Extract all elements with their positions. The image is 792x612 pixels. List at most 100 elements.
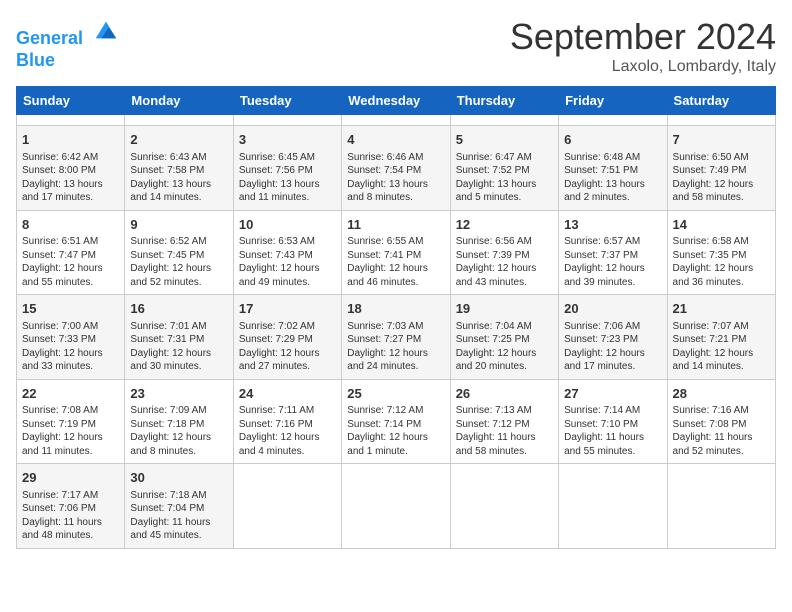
day-info: Daylight: 12 hours and 52 minutes.	[130, 262, 227, 289]
day-info: Daylight: 12 hours and 8 minutes.	[130, 431, 227, 458]
day-info: Sunrise: 7:13 AM	[456, 404, 553, 418]
calendar-cell	[233, 115, 341, 126]
calendar-cell: 21Sunrise: 7:07 AMSunset: 7:21 PMDayligh…	[667, 295, 775, 380]
day-info: Sunrise: 7:14 AM	[564, 404, 661, 418]
weekday-header-row: SundayMondayTuesdayWednesdayThursdayFrid…	[17, 87, 776, 115]
day-info: Sunrise: 7:04 AM	[456, 320, 553, 334]
day-info: Daylight: 12 hours and 27 minutes.	[239, 347, 336, 374]
day-info: Daylight: 12 hours and 14 minutes.	[673, 347, 770, 374]
calendar-cell: 28Sunrise: 7:16 AMSunset: 7:08 PMDayligh…	[667, 379, 775, 464]
day-info: Sunset: 7:08 PM	[673, 418, 770, 432]
calendar-cell: 27Sunrise: 7:14 AMSunset: 7:10 PMDayligh…	[559, 379, 667, 464]
day-info: Daylight: 11 hours and 52 minutes.	[673, 431, 770, 458]
day-info: Daylight: 12 hours and 49 minutes.	[239, 262, 336, 289]
day-info: Sunset: 7:37 PM	[564, 249, 661, 263]
day-info: Sunset: 7:47 PM	[22, 249, 119, 263]
day-info: Sunrise: 6:46 AM	[347, 151, 444, 165]
day-info: Sunrise: 6:53 AM	[239, 235, 336, 249]
calendar-cell: 5Sunrise: 6:47 AMSunset: 7:52 PMDaylight…	[450, 126, 558, 211]
day-info: Sunset: 7:12 PM	[456, 418, 553, 432]
day-info: Daylight: 12 hours and 46 minutes.	[347, 262, 444, 289]
day-number: 10	[239, 216, 336, 234]
day-number: 17	[239, 300, 336, 318]
day-number: 14	[673, 216, 770, 234]
calendar-cell	[17, 115, 125, 126]
day-info: Daylight: 11 hours and 45 minutes.	[130, 516, 227, 543]
day-info: Sunrise: 7:17 AM	[22, 489, 119, 503]
day-info: Sunrise: 6:51 AM	[22, 235, 119, 249]
day-info: Daylight: 13 hours and 17 minutes.	[22, 178, 119, 205]
week-row-3: 15Sunrise: 7:00 AMSunset: 7:33 PMDayligh…	[17, 295, 776, 380]
calendar-cell: 30 Sunrise: 7:18 AMSunset: 7:04 PMDayligh…	[125, 464, 233, 549]
day-info: Sunset: 7:25 PM	[456, 333, 553, 347]
day-info: Sunrise: 7:16 AM	[673, 404, 770, 418]
day-info: Daylight: 13 hours and 8 minutes.	[347, 178, 444, 205]
day-info: Sunrise: 7:01 AM	[130, 320, 227, 334]
calendar-cell: 16Sunrise: 7:01 AMSunset: 7:31 PMDayligh…	[125, 295, 233, 380]
day-info: Sunset: 7:14 PM	[347, 418, 444, 432]
calendar-cell: 12Sunrise: 6:56 AMSunset: 7:39 PMDayligh…	[450, 210, 558, 295]
day-info: Sunset: 7:04 PM	[130, 502, 227, 516]
day-info: Sunrise: 7:18 AM	[130, 489, 227, 503]
day-info: Sunrise: 7:06 AM	[564, 320, 661, 334]
logo-icon	[92, 16, 120, 44]
day-info: Sunset: 7:39 PM	[456, 249, 553, 263]
calendar-cell: 1Sunrise: 6:42 AMSunset: 8:00 PMDaylight…	[17, 126, 125, 211]
day-number: 28	[673, 385, 770, 403]
day-info: Sunrise: 6:55 AM	[347, 235, 444, 249]
day-info: Sunset: 7:06 PM	[22, 502, 119, 516]
weekday-header-wednesday: Wednesday	[342, 87, 450, 115]
day-info: Sunset: 7:18 PM	[130, 418, 227, 432]
day-number: 12	[456, 216, 553, 234]
calendar-cell	[450, 115, 558, 126]
day-info: Sunset: 8:00 PM	[22, 164, 119, 178]
day-info: Sunrise: 7:11 AM	[239, 404, 336, 418]
day-info: Daylight: 11 hours and 48 minutes.	[22, 516, 119, 543]
day-info: Daylight: 12 hours and 55 minutes.	[22, 262, 119, 289]
calendar-cell: 26Sunrise: 7:13 AMSunset: 7:12 PMDayligh…	[450, 379, 558, 464]
day-info: Sunset: 7:10 PM	[564, 418, 661, 432]
day-info: Sunrise: 6:52 AM	[130, 235, 227, 249]
day-info: Sunrise: 6:48 AM	[564, 151, 661, 165]
day-info: Sunset: 7:27 PM	[347, 333, 444, 347]
day-info: Daylight: 12 hours and 1 minute.	[347, 431, 444, 458]
day-info: Daylight: 12 hours and 33 minutes.	[22, 347, 119, 374]
weekday-header-monday: Monday	[125, 87, 233, 115]
day-number: 13	[564, 216, 661, 234]
day-info: Daylight: 13 hours and 5 minutes.	[456, 178, 553, 205]
day-info: Sunrise: 7:12 AM	[347, 404, 444, 418]
day-number: 30	[130, 469, 227, 487]
day-info: Sunrise: 6:43 AM	[130, 151, 227, 165]
day-number: 25	[347, 385, 444, 403]
calendar-cell: 19Sunrise: 7:04 AMSunset: 7:25 PMDayligh…	[450, 295, 558, 380]
day-info: Sunrise: 6:58 AM	[673, 235, 770, 249]
calendar-cell	[342, 464, 450, 549]
day-info: Sunrise: 6:50 AM	[673, 151, 770, 165]
day-info: Daylight: 11 hours and 58 minutes.	[456, 431, 553, 458]
day-number: 11	[347, 216, 444, 234]
day-number: 8	[22, 216, 119, 234]
calendar-table: SundayMondayTuesdayWednesdayThursdayFrid…	[16, 86, 776, 549]
day-info: Daylight: 12 hours and 20 minutes.	[456, 347, 553, 374]
weekday-header-sunday: Sunday	[17, 87, 125, 115]
week-row-4: 22Sunrise: 7:08 AMSunset: 7:19 PMDayligh…	[17, 379, 776, 464]
calendar-cell: 17 Sunrise: 7:02 AMSunset: 7:29 PMDayligh…	[233, 295, 341, 380]
day-info: Daylight: 12 hours and 58 minutes.	[673, 178, 770, 205]
day-info: Sunset: 7:58 PM	[130, 164, 227, 178]
week-row-0	[17, 115, 776, 126]
day-info: Sunset: 7:29 PM	[239, 333, 336, 347]
day-info: Sunrise: 6:56 AM	[456, 235, 553, 249]
calendar-cell: 3Sunrise: 6:45 AMSunset: 7:56 PMDaylight…	[233, 126, 341, 211]
day-number: 23	[130, 385, 227, 403]
calendar-cell: 24Sunrise: 7:11 AMSunset: 7:16 PMDayligh…	[233, 379, 341, 464]
day-info: Daylight: 12 hours and 17 minutes.	[564, 347, 661, 374]
day-number: 15	[22, 300, 119, 318]
day-info: Daylight: 13 hours and 2 minutes.	[564, 178, 661, 205]
calendar-cell: 9Sunrise: 6:52 AMSunset: 7:45 PMDaylight…	[125, 210, 233, 295]
day-info: Sunrise: 7:02 AM	[239, 320, 336, 334]
day-number: 9	[130, 216, 227, 234]
day-number: 1	[22, 131, 119, 149]
day-number: 24	[239, 385, 336, 403]
day-info: Sunset: 7:49 PM	[673, 164, 770, 178]
day-number: 18	[347, 300, 444, 318]
